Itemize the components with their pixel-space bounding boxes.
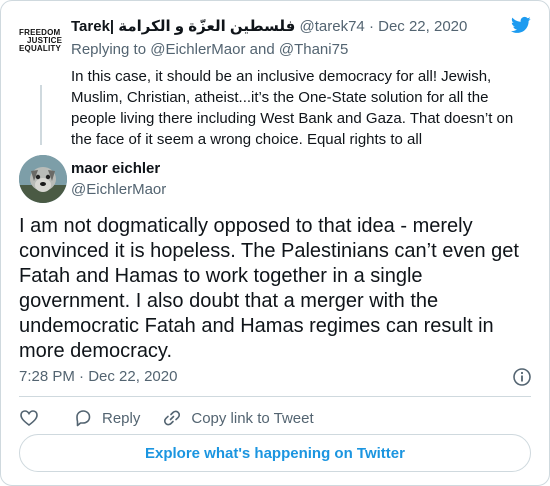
- separator-dot: ·: [368, 18, 374, 35]
- logo-line: EQUALITY: [19, 44, 62, 53]
- quoted-header: Tarek| فلسطين العزّة و الكرامة @tarek74 …: [71, 17, 467, 35]
- copy-link-label: Copy link to Tweet: [191, 409, 314, 427]
- dog-avatar-image: [19, 155, 67, 203]
- replying-prefix: Replying to: [71, 41, 147, 58]
- twitter-bird-icon[interactable]: [509, 15, 533, 35]
- quoted-author-name[interactable]: Tarek| فلسطين العزّة و الكرامة: [71, 18, 295, 35]
- quoted-avatar[interactable]: FREEDOM JUSTICE EQUALITY: [19, 29, 63, 73]
- author-handle[interactable]: @EichlerMaor: [71, 181, 166, 198]
- mention-link[interactable]: @EichlerMaor: [150, 41, 245, 58]
- thread-line: [40, 85, 42, 145]
- copy-link-button[interactable]: Copy link to Tweet: [162, 408, 314, 428]
- like-button[interactable]: [19, 408, 39, 428]
- quoted-date[interactable]: Dec 22, 2020: [378, 18, 467, 35]
- avatar[interactable]: [19, 155, 67, 203]
- explore-button[interactable]: Explore what's happening on Twitter: [19, 434, 531, 472]
- reply-button[interactable]: Reply: [73, 408, 140, 428]
- link-icon: [164, 410, 181, 426]
- tweet-card: FREEDOM JUSTICE EQUALITY Tarek| فلسطين ا…: [0, 0, 550, 486]
- heart-icon: [20, 410, 38, 427]
- divider: [19, 396, 531, 397]
- reply-label: Reply: [102, 409, 141, 427]
- author-name[interactable]: maor eichler: [71, 160, 160, 177]
- reply-icon: [76, 410, 91, 427]
- replying-to: Replying to @EichlerMaor and @Thani75: [71, 41, 348, 58]
- action-bar: Reply Copy link to Tweet: [19, 406, 314, 430]
- separator-dot: ·: [79, 368, 85, 385]
- quoted-author-handle[interactable]: @tarek74: [300, 18, 365, 35]
- quoted-tweet-text: In this case, it should be an inclusive …: [71, 68, 514, 148]
- tweet-text: I am not dogmatically opposed to that id…: [19, 215, 519, 362]
- tweet-time: 7:28 PM: [19, 368, 75, 385]
- replying-and: and: [249, 41, 275, 58]
- tweet-timestamp[interactable]: 7:28 PM · Dec 22, 2020: [19, 368, 177, 385]
- tweet-date: Dec 22, 2020: [88, 368, 178, 385]
- mention-link[interactable]: @Thani75: [279, 41, 348, 58]
- info-icon[interactable]: [512, 367, 532, 387]
